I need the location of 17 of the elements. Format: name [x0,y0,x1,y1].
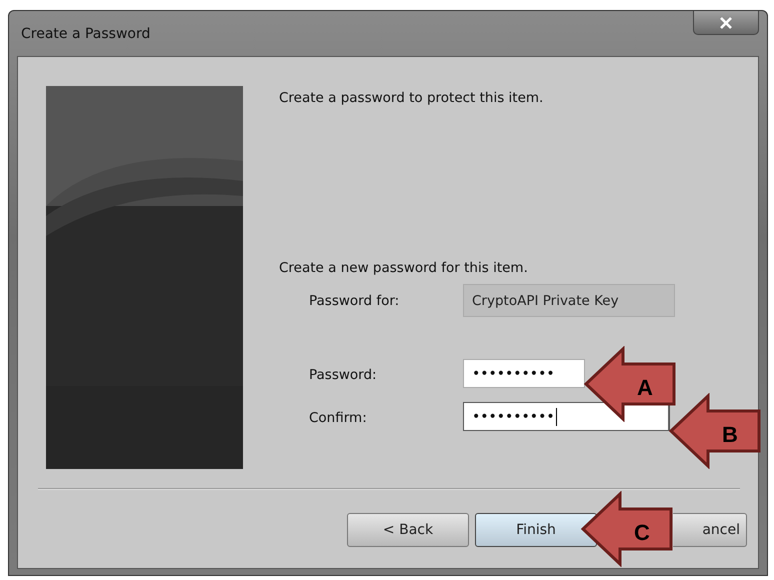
callout-arrow: B [668,393,762,469]
intro-text: Create a password to protect this item. [279,90,544,106]
password-field[interactable]: •••••••••• [463,402,670,431]
field-label: Confirm: [309,410,368,426]
window-title: Create a Password [20,26,150,42]
readonly-field: CryptoAPI Private Key [463,284,675,317]
field-label: Password: [309,366,378,382]
field-label: Password for: [309,292,400,308]
password-field[interactable]: •••••••••• [463,359,585,388]
callout-arrow: C [580,491,674,567]
section-label: Create a new password for this item. [279,260,529,276]
close-icon [719,16,733,28]
callout-arrow: A [583,346,677,422]
close-button[interactable] [693,11,759,35]
dialog-button[interactable]: Finish [475,513,597,547]
dialog-button[interactable]: < Back [347,513,469,547]
dialog-button[interactable]: ancel [673,513,747,547]
